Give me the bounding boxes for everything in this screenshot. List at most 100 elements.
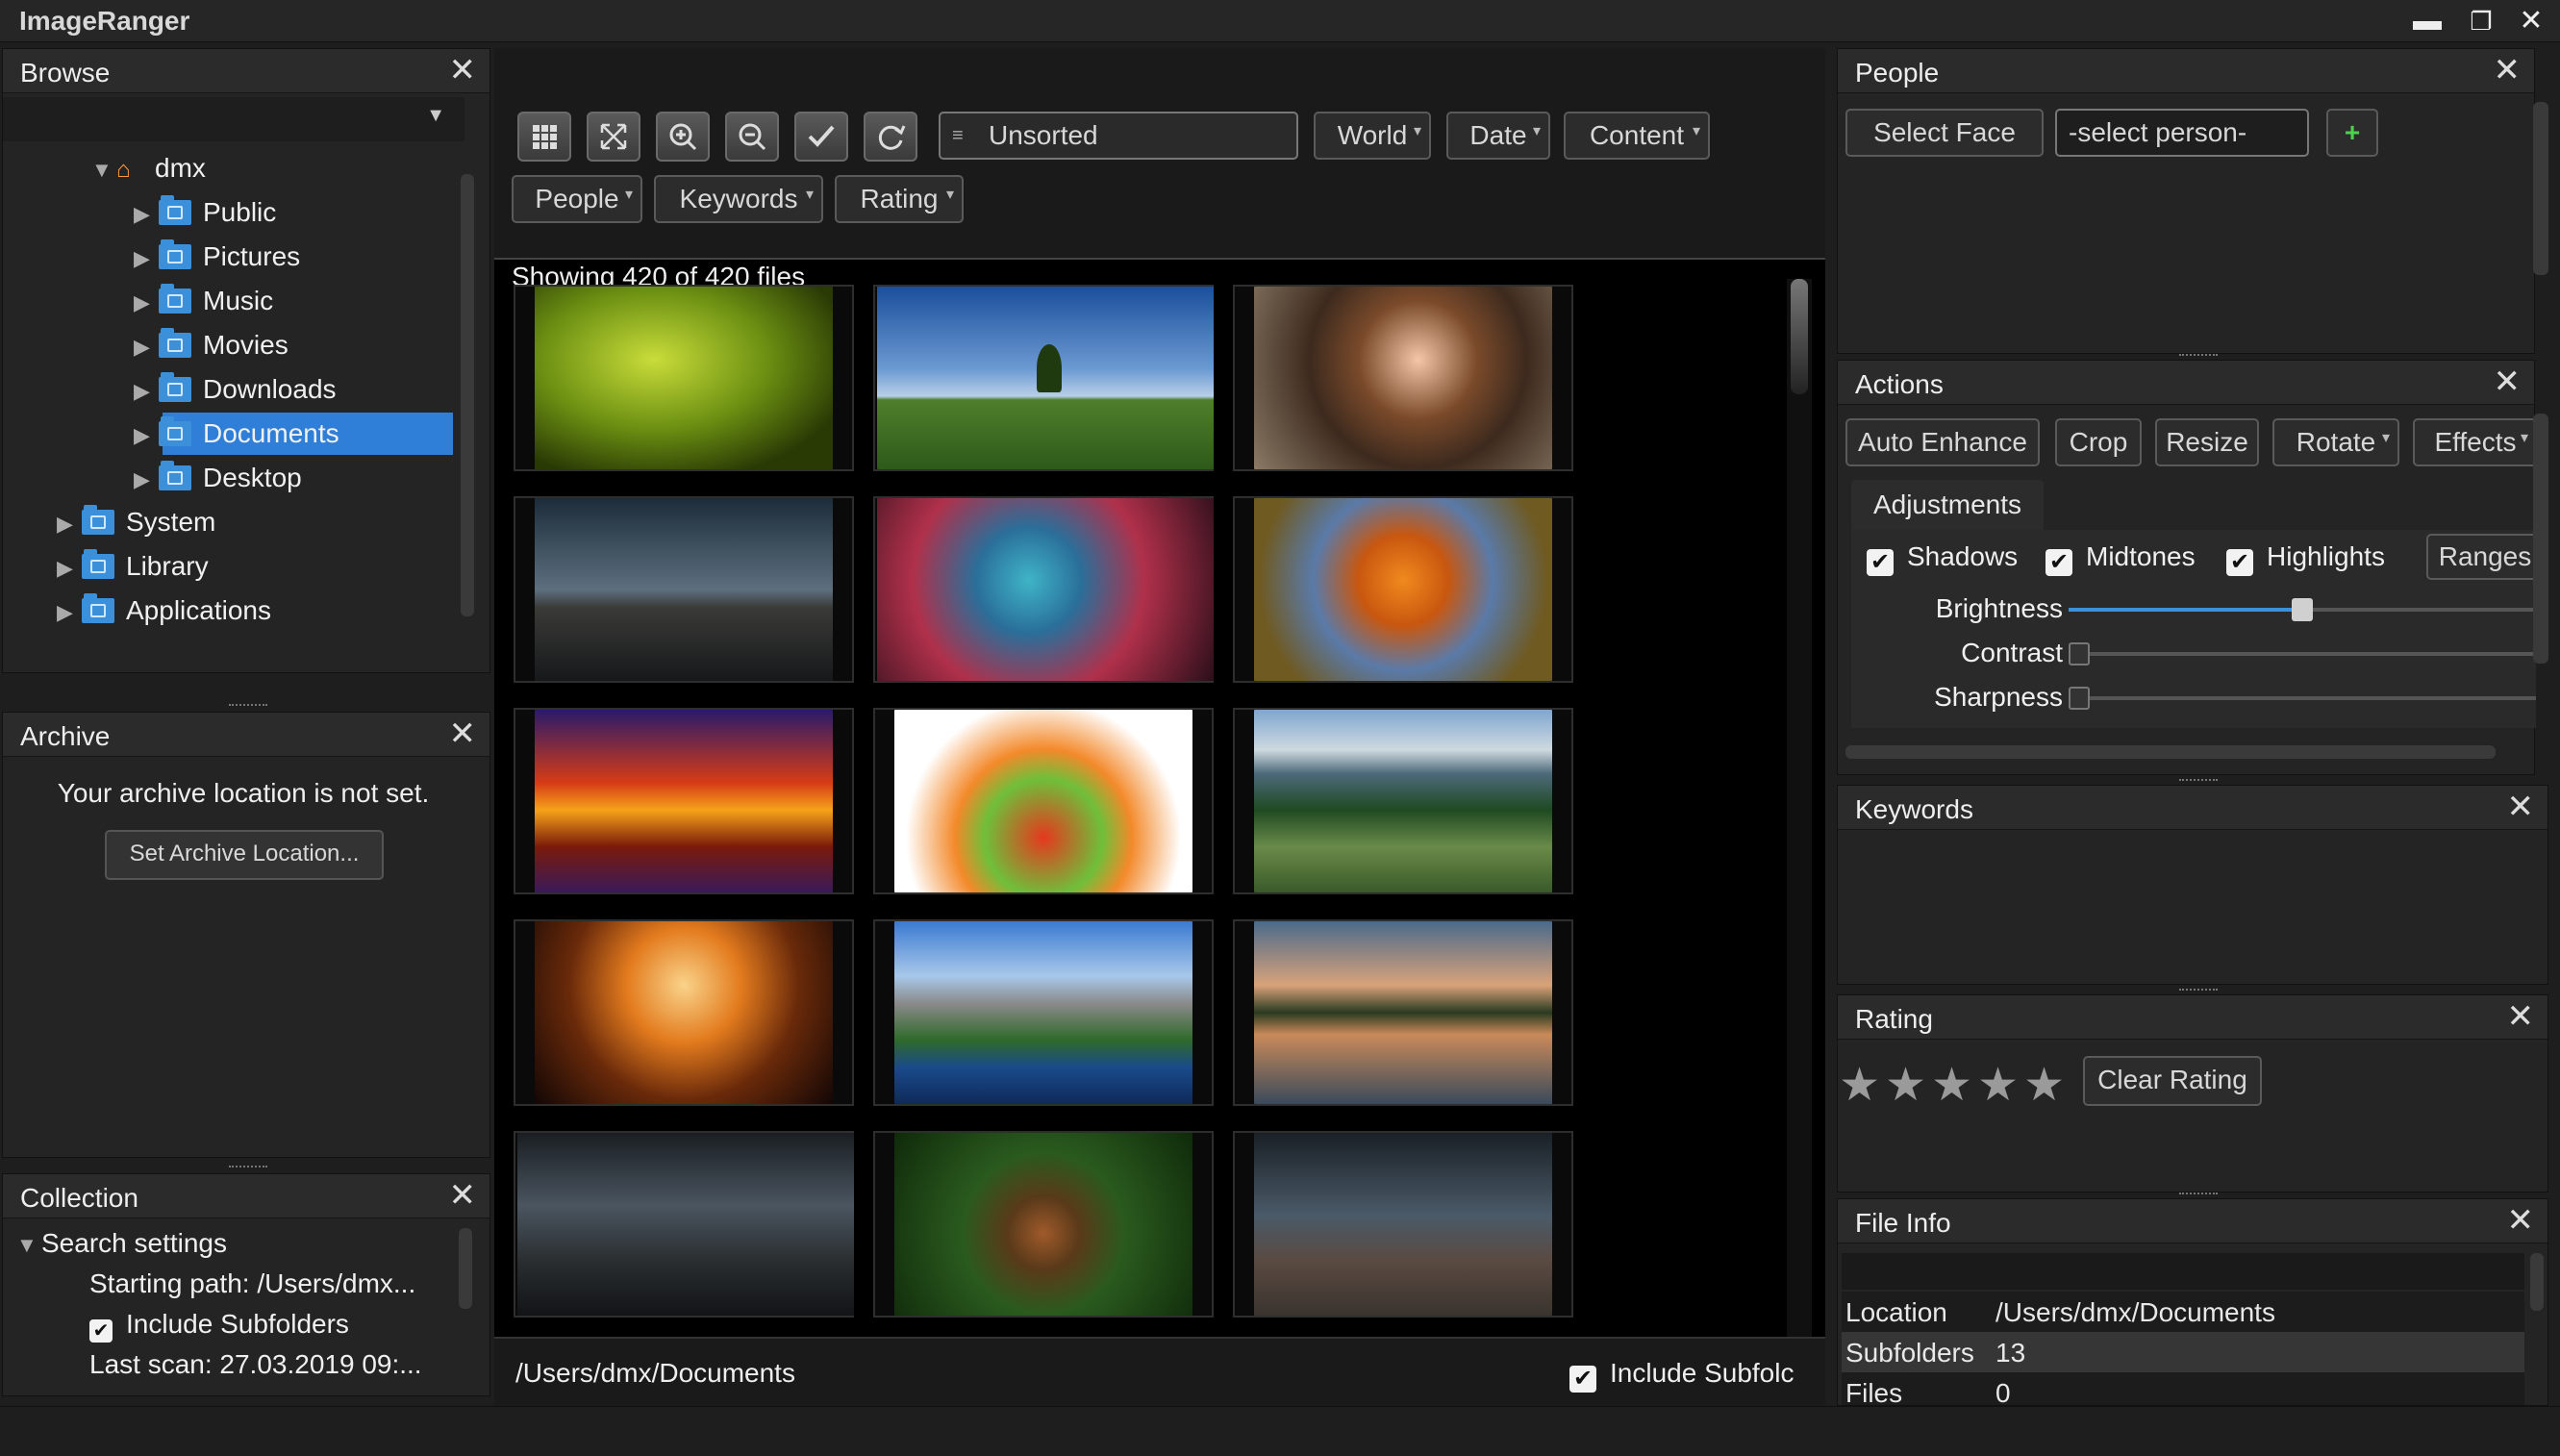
thumbnail[interactable] bbox=[1233, 919, 1573, 1106]
tree-item-system[interactable]: ▶ System bbox=[57, 503, 215, 541]
effects-button[interactable]: Effects ▾ bbox=[2413, 418, 2536, 466]
ranges-button[interactable]: Ranges bbox=[2426, 534, 2542, 580]
close-icon[interactable]: ✕ bbox=[449, 1178, 477, 1213]
browse-scrollbar[interactable] bbox=[461, 174, 474, 616]
content-filter-button[interactable]: Content ▾ bbox=[1564, 112, 1710, 160]
location-dropdown[interactable]: ▼ bbox=[3, 97, 464, 141]
grid-scrollbar[interactable] bbox=[1787, 279, 1812, 1375]
actions-scrollbar[interactable] bbox=[2533, 414, 2548, 664]
world-filter-button[interactable]: World ▾ bbox=[1314, 112, 1431, 160]
sort-dropdown[interactable]: ≡ Unsorted bbox=[939, 112, 1298, 160]
close-window-icon[interactable]: ✕ bbox=[2512, 4, 2550, 38]
close-icon[interactable]: ✕ bbox=[449, 53, 477, 88]
sharpness-track[interactable] bbox=[2069, 687, 2536, 710]
collapsed-arrow-icon[interactable]: ▶ bbox=[134, 461, 159, 499]
brightness-handle[interactable] bbox=[2292, 598, 2313, 621]
collapsed-arrow-icon[interactable]: ▶ bbox=[134, 284, 159, 322]
fit-screen-icon[interactable] bbox=[587, 112, 640, 162]
fileinfo-filter[interactable] bbox=[1842, 1253, 2524, 1290]
tree-item-desktop[interactable]: ▶ Desktop bbox=[134, 459, 302, 497]
people-scrollbar[interactable] bbox=[2533, 102, 2548, 275]
midtones-option[interactable]: ✔ Midtones bbox=[2045, 538, 2196, 576]
expanded-arrow-icon[interactable]: ▼ bbox=[91, 151, 116, 189]
tab-adjustments[interactable]: Adjustments bbox=[1851, 480, 2044, 530]
expanded-arrow-icon[interactable]: ▼ bbox=[16, 1226, 41, 1265]
crop-button[interactable]: Crop bbox=[2055, 418, 2142, 466]
auto-enhance-button[interactable]: Auto Enhance bbox=[1845, 418, 2040, 466]
resize-button[interactable]: Resize bbox=[2155, 418, 2259, 466]
checkmark-icon[interactable] bbox=[794, 112, 848, 162]
checkbox-checked-icon[interactable]: ✔ bbox=[1867, 549, 1894, 576]
zoom-out-icon[interactable] bbox=[725, 112, 779, 162]
close-icon[interactable]: ✕ bbox=[2507, 1203, 2535, 1238]
thumbnail[interactable] bbox=[1233, 285, 1573, 471]
close-icon[interactable]: ✕ bbox=[2494, 364, 2522, 399]
star-icon[interactable]: ★ bbox=[1885, 1058, 1926, 1112]
grid-view-icon[interactable] bbox=[517, 112, 571, 162]
collapsed-arrow-icon[interactable]: ▶ bbox=[134, 372, 159, 411]
search-settings-node[interactable]: ▼ Search settings bbox=[16, 1224, 227, 1263]
thumbnail[interactable] bbox=[1233, 708, 1573, 894]
minimize-icon[interactable]: ▬ bbox=[2408, 4, 2447, 38]
fileinfo-scrollbar[interactable] bbox=[2530, 1253, 2544, 1311]
tree-item-downloads[interactable]: ▶ Downloads bbox=[134, 370, 337, 409]
tree-item-library[interactable]: ▶ Library bbox=[57, 547, 209, 586]
star-icon[interactable]: ★ bbox=[1977, 1058, 2019, 1112]
thumbnail[interactable] bbox=[514, 496, 854, 683]
tree-item-pictures[interactable]: ▶ Pictures bbox=[134, 238, 300, 276]
checkbox-checked-icon[interactable]: ✔ bbox=[89, 1319, 113, 1343]
star-icon[interactable]: ★ bbox=[1931, 1058, 1972, 1112]
collapsed-arrow-icon[interactable]: ▶ bbox=[57, 549, 82, 588]
collapsed-arrow-icon[interactable]: ▶ bbox=[57, 593, 82, 632]
contrast-track[interactable] bbox=[2069, 642, 2536, 665]
select-face-button[interactable]: Select Face bbox=[1845, 109, 2044, 157]
splitter-handle[interactable] bbox=[229, 704, 267, 710]
zoom-in-icon[interactable] bbox=[656, 112, 710, 162]
thumbnail[interactable] bbox=[873, 708, 1214, 894]
tree-item-applications[interactable]: ▶ Applications bbox=[57, 591, 271, 630]
close-icon[interactable]: ✕ bbox=[2507, 999, 2535, 1034]
tree-item-documents[interactable]: ▶ Documents bbox=[134, 414, 339, 453]
thumbnail[interactable] bbox=[873, 919, 1214, 1106]
splitter-handle[interactable] bbox=[229, 1166, 267, 1171]
checkbox-checked-icon[interactable]: ✔ bbox=[2045, 549, 2072, 576]
thumbnail[interactable] bbox=[1233, 1131, 1573, 1318]
brightness-track[interactable] bbox=[2069, 598, 2536, 621]
actions-hscrollbar[interactable] bbox=[1845, 745, 2496, 759]
highlights-option[interactable]: ✔ Highlights bbox=[2226, 538, 2385, 576]
close-icon[interactable]: ✕ bbox=[449, 716, 477, 751]
collapsed-arrow-icon[interactable]: ▶ bbox=[134, 239, 159, 278]
collection-scrollbar[interactable] bbox=[459, 1228, 472, 1309]
select-person-dropdown[interactable]: -select person- bbox=[2055, 109, 2309, 157]
refresh-icon[interactable] bbox=[864, 112, 917, 162]
thumbnail[interactable] bbox=[873, 1131, 1214, 1318]
thumbnail[interactable] bbox=[873, 285, 1214, 471]
thumbnail[interactable] bbox=[514, 285, 854, 471]
star-icon[interactable]: ★ bbox=[2023, 1058, 2065, 1112]
thumbnail[interactable] bbox=[514, 1131, 854, 1318]
tree-item-dmx[interactable]: ▼ ⌂ dmx bbox=[91, 149, 206, 188]
sharpness-handle[interactable] bbox=[2069, 687, 2090, 710]
contrast-handle[interactable] bbox=[2069, 642, 2090, 665]
include-subfolders-toggle[interactable]: ✔ Include Subfolc bbox=[1569, 1358, 1794, 1393]
shadows-option[interactable]: ✔ Shadows bbox=[1867, 538, 2018, 576]
collapsed-arrow-icon[interactable]: ▶ bbox=[134, 195, 159, 234]
tree-item-movies[interactable]: ▶ Movies bbox=[134, 326, 289, 364]
collapsed-arrow-icon[interactable]: ▶ bbox=[57, 505, 82, 543]
checkbox-checked-icon[interactable]: ✔ bbox=[2226, 549, 2253, 576]
rating-filter-button[interactable]: Rating ▾ bbox=[835, 175, 964, 223]
close-icon[interactable]: ✕ bbox=[2507, 790, 2535, 824]
restore-icon[interactable]: ❐ bbox=[2462, 4, 2500, 38]
include-subfolders-option[interactable]: ✔ Include Subfolders bbox=[89, 1305, 349, 1343]
set-archive-button[interactable]: Set Archive Location... bbox=[105, 830, 384, 880]
thumbnail[interactable] bbox=[1233, 496, 1573, 683]
collapsed-arrow-icon[interactable]: ▶ bbox=[134, 328, 159, 366]
tree-item-music[interactable]: ▶ Music bbox=[134, 282, 273, 320]
add-person-button[interactable]: + bbox=[2326, 109, 2378, 157]
thumbnail[interactable] bbox=[873, 496, 1214, 683]
thumbnail[interactable] bbox=[514, 708, 854, 894]
checkbox-checked-icon[interactable]: ✔ bbox=[1569, 1366, 1596, 1393]
date-filter-button[interactable]: Date ▾ bbox=[1446, 112, 1550, 160]
star-icon[interactable]: ★ bbox=[1839, 1058, 1880, 1112]
scroll-thumb[interactable] bbox=[1791, 279, 1808, 394]
